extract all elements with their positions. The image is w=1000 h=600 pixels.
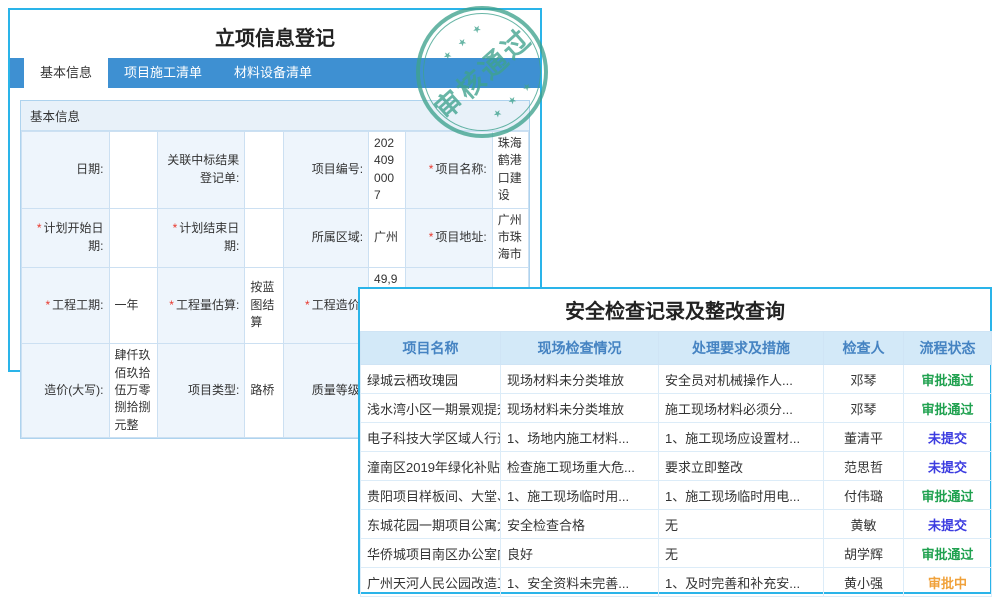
field-label: 项目类型: xyxy=(157,344,245,438)
form-row: *计划开始日期: *计划结束日期: 所属区域:广州*项目地址:广州市珠海市 xyxy=(22,208,529,267)
project-name-link[interactable]: 广州天河人民公园改造工 xyxy=(361,568,501,597)
col-site-situation: 现场检查情况 xyxy=(501,332,659,365)
field-value: 一年 xyxy=(109,267,157,344)
site-situation-cell: 1、施工现场临时用... xyxy=(501,481,659,510)
site-situation-cell: 1、安全资料未完善... xyxy=(501,568,659,597)
query-row: 电子科技大学区域人行道1、场地内施工材料...1、施工现场应设置材...董清平未… xyxy=(361,423,992,452)
field-value: 肆仟玖佰玖拾伍万零捌拾捌元整 xyxy=(109,344,157,438)
measures-cell: 要求立即整改 xyxy=(659,452,824,481)
field-value: 珠海鹤港口建设 xyxy=(492,132,528,209)
col-inspector: 检查人 xyxy=(824,332,904,365)
query-row: 潼南区2019年绿化补贴项检查施工现场重大危...要求立即整改范思哲未提交 xyxy=(361,452,992,481)
safety-query-panel: 安全检查记录及整改查询 项目名称 现场检查情况 处理要求及措施 检查人 流程状态… xyxy=(358,287,992,594)
query-row: 贵阳项目样板间、大堂、1、施工现场临时用...1、施工现场临时用电...付伟璐审… xyxy=(361,481,992,510)
col-measures: 处理要求及措施 xyxy=(659,332,824,365)
field-label: *计划结束日期: xyxy=(157,208,245,267)
field-label: *项目名称: xyxy=(406,132,493,209)
inspector-cell: 邓琴 xyxy=(824,365,904,394)
field-label: *计划开始日期: xyxy=(22,208,110,267)
required-marker: * xyxy=(305,298,310,312)
field-label: *工程工期: xyxy=(22,267,110,344)
field-value: 广州 xyxy=(369,208,406,267)
inspector-cell: 邓琴 xyxy=(824,394,904,423)
required-marker: * xyxy=(37,221,42,235)
project-name-link[interactable]: 东城花园一期项目公寓大 xyxy=(361,510,501,539)
tab-bar: 基本信息 项目施工清单 材料设备清单 xyxy=(10,58,540,88)
measures-cell: 安全员对机械操作人... xyxy=(659,365,824,394)
status-badge: 审批通过 xyxy=(904,481,992,510)
project-name-link[interactable]: 华侨城项目南区办公室内 xyxy=(361,539,501,568)
field-label: *项目地址: xyxy=(406,208,493,267)
project-name-link[interactable]: 绿城云栖玫瑰园 xyxy=(361,365,501,394)
status-badge: 审批通过 xyxy=(904,365,992,394)
safety-query-table: 项目名称 现场检查情况 处理要求及措施 检查人 流程状态 绿城云栖玫瑰园现场材料… xyxy=(360,331,992,597)
measures-cell: 1、施工现场临时用电... xyxy=(659,481,824,510)
col-flow-status: 流程状态 xyxy=(904,332,992,365)
field-value xyxy=(109,208,157,267)
measures-cell: 无 xyxy=(659,510,824,539)
required-marker: * xyxy=(429,162,434,176)
measures-cell: 1、施工现场应设置材... xyxy=(659,423,824,452)
status-badge: 审批中 xyxy=(904,568,992,597)
site-situation-cell: 现场材料未分类堆放 xyxy=(501,365,659,394)
status-badge: 未提交 xyxy=(904,510,992,539)
status-badge: 未提交 xyxy=(904,452,992,481)
section-header: 基本信息 xyxy=(21,101,529,131)
field-value xyxy=(245,208,283,267)
site-situation-cell: 1、场地内施工材料... xyxy=(501,423,659,452)
inspector-cell: 黄小强 xyxy=(824,568,904,597)
field-label: *工程造价: xyxy=(283,267,369,344)
measures-cell: 无 xyxy=(659,539,824,568)
tab-material-equipment-list[interactable]: 材料设备清单 xyxy=(218,55,328,88)
inspector-cell: 董清平 xyxy=(824,423,904,452)
status-badge: 审批通过 xyxy=(904,539,992,568)
col-project-name: 项目名称 xyxy=(361,332,501,365)
field-label: 造价(大写): xyxy=(22,344,110,438)
query-row: 浅水湾小区一期景观提升现场材料未分类堆放施工现场材料必须分...邓琴审批通过 xyxy=(361,394,992,423)
field-value: 广州市珠海市 xyxy=(492,208,528,267)
inspector-cell: 付伟璐 xyxy=(824,481,904,510)
page-title: 立项信息登记 xyxy=(10,10,540,50)
required-marker: * xyxy=(169,298,174,312)
site-situation-cell: 良好 xyxy=(501,539,659,568)
field-value: 路桥 xyxy=(245,344,283,438)
measures-cell: 1、及时完善和补充安... xyxy=(659,568,824,597)
query-row: 华侨城项目南区办公室内良好无胡学辉审批通过 xyxy=(361,539,992,568)
status-badge: 未提交 xyxy=(904,423,992,452)
site-situation-cell: 现场材料未分类堆放 xyxy=(501,394,659,423)
measures-cell: 施工现场材料必须分... xyxy=(659,394,824,423)
field-value xyxy=(109,132,157,209)
query-row: 广州天河人民公园改造工1、安全资料未完善...1、及时完善和补充安...黄小强审… xyxy=(361,568,992,597)
required-marker: * xyxy=(46,298,51,312)
query-row: 东城花园一期项目公寓大安全检查合格无黄敏未提交 xyxy=(361,510,992,539)
query-row: 绿城云栖玫瑰园现场材料未分类堆放安全员对机械操作人...邓琴审批通过 xyxy=(361,365,992,394)
query-title: 安全检查记录及整改查询 xyxy=(360,289,990,331)
project-name-link[interactable]: 浅水湾小区一期景观提升 xyxy=(361,394,501,423)
field-value: 2024090007 xyxy=(369,132,406,209)
form-row: 日期: 关联中标结果登记单: 项目编号:2024090007*项目名称:珠海鹤港口建… xyxy=(22,132,529,209)
field-label: *工程量估算: xyxy=(157,267,245,344)
field-label: 日期: xyxy=(22,132,110,209)
field-value: 按蓝图结算 xyxy=(245,267,283,344)
field-label: 项目编号: xyxy=(283,132,369,209)
field-label: 关联中标结果登记单: xyxy=(157,132,245,209)
required-marker: * xyxy=(429,230,434,244)
required-marker: * xyxy=(173,221,178,235)
field-label: 质量等级: xyxy=(283,344,369,438)
site-situation-cell: 安全检查合格 xyxy=(501,510,659,539)
field-label: 所属区域: xyxy=(283,208,369,267)
tab-construction-list[interactable]: 项目施工清单 xyxy=(108,55,218,88)
project-name-link[interactable]: 电子科技大学区域人行道 xyxy=(361,423,501,452)
query-header-row: 项目名称 现场检查情况 处理要求及措施 检查人 流程状态 xyxy=(361,332,992,365)
site-situation-cell: 检查施工现场重大危... xyxy=(501,452,659,481)
inspector-cell: 范思哲 xyxy=(824,452,904,481)
field-value xyxy=(245,132,283,209)
inspector-cell: 胡学辉 xyxy=(824,539,904,568)
status-badge: 审批通过 xyxy=(904,394,992,423)
tab-basic-info[interactable]: 基本信息 xyxy=(24,54,108,88)
project-name-link[interactable]: 潼南区2019年绿化补贴项 xyxy=(361,452,501,481)
inspector-cell: 黄敏 xyxy=(824,510,904,539)
project-name-link[interactable]: 贵阳项目样板间、大堂、 xyxy=(361,481,501,510)
